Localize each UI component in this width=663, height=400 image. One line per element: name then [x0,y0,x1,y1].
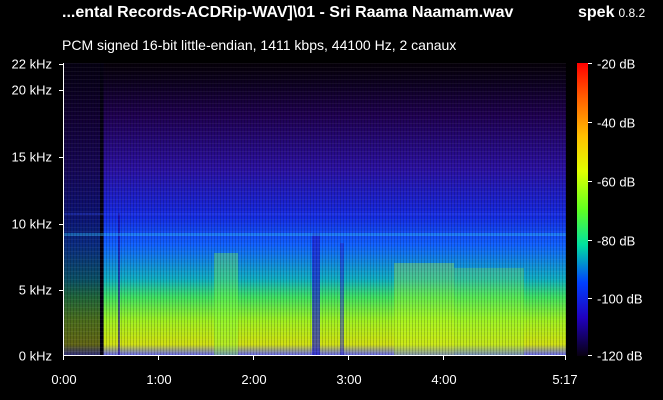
spectrogram-image [64,63,566,355]
colorbar-tick [588,181,592,182]
stream-info: PCM signed 16-bit little-endian, 1411 kb… [62,37,457,53]
db-label-120: -120 dB [597,348,643,364]
time-tick [63,356,64,360]
time-tick [253,356,254,360]
freq-label-10khz: 10 kHz [11,216,52,232]
db-colorbar [577,63,588,356]
time-label-2: 2:00 [241,372,267,387]
db-label-60: -60 dB [597,174,636,190]
db-label-100: -100 dB [597,291,643,307]
colorbar-tick [588,298,592,299]
file-title: ...ental Records-ACDRip-WAV]\01 - Sri Ra… [62,4,514,21]
app-brand: spek 0.8.2 [578,4,645,22]
freq-label-22khz: 22 kHz [11,56,52,72]
colorbar-tick [588,355,592,356]
colorbar-tick [588,122,592,123]
time-label-3: 3:00 [336,372,362,387]
freq-label-0khz: 0 kHz [18,348,52,364]
spectrogram-plot[interactable] [63,63,566,356]
db-label-20: -20 dB [597,56,636,72]
freq-label-5khz: 5 kHz [18,282,52,298]
time-tick [158,356,159,360]
db-label-80: -80 dB [597,233,636,249]
time-tick [348,356,349,360]
app-version: 0.8.2 [618,6,646,20]
time-label-4: 4:00 [431,372,457,387]
freq-label-15khz: 15 kHz [11,149,52,165]
time-tick [565,356,566,360]
colorbar-tick [588,63,592,64]
app-name: spek [578,4,615,21]
time-tick [443,356,444,360]
time-label-1: 1:00 [146,372,172,387]
colorbar-tick [588,240,592,241]
db-label-40: -40 dB [597,115,636,131]
time-label-0: 0:00 [51,372,77,387]
freq-label-20khz: 20 kHz [11,82,52,98]
time-label-5: 5:17 [552,372,578,387]
